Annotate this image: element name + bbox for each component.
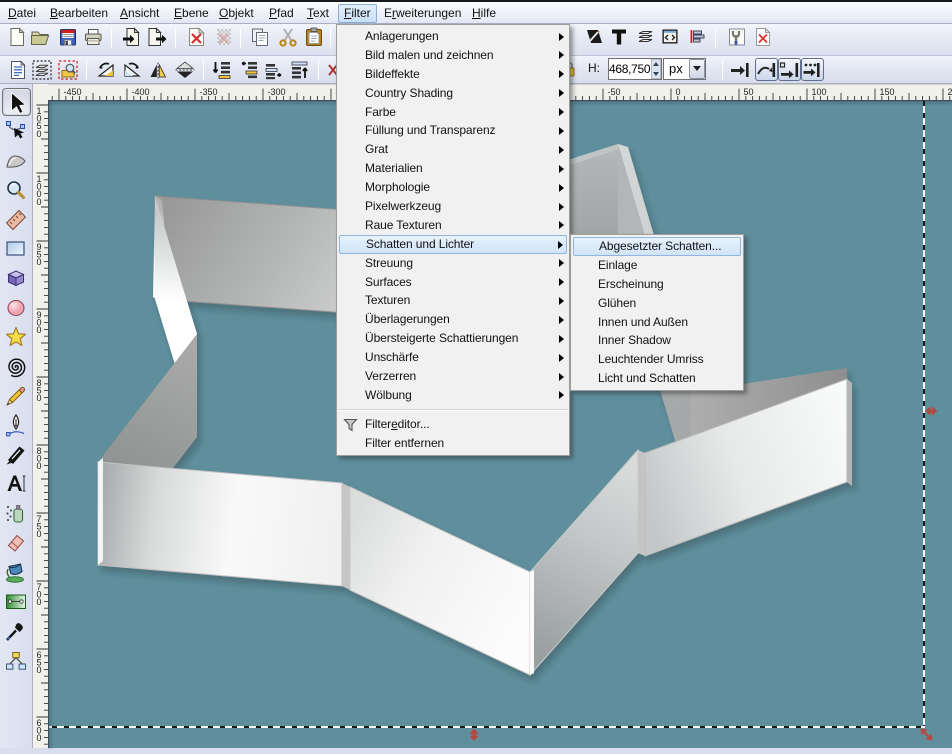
svg-text:-350: -350 bbox=[200, 87, 218, 97]
svg-text:800: 800 bbox=[37, 446, 42, 471]
svg-text:-400: -400 bbox=[132, 87, 150, 97]
svg-text:650: 650 bbox=[37, 650, 42, 675]
svg-text:100: 100 bbox=[812, 87, 827, 97]
svg-text:0: 0 bbox=[676, 87, 681, 97]
svg-text:950: 950 bbox=[37, 242, 42, 267]
svg-text:200: 200 bbox=[948, 87, 952, 97]
svg-text:-300: -300 bbox=[268, 87, 286, 97]
svg-text:850: 850 bbox=[37, 378, 42, 403]
svg-text:-450: -450 bbox=[64, 87, 82, 97]
svg-text:900: 900 bbox=[37, 310, 42, 335]
svg-text:-50: -50 bbox=[608, 87, 621, 97]
svg-text:50: 50 bbox=[744, 87, 754, 97]
svg-text:1050: 1050 bbox=[37, 106, 42, 139]
svg-text:750: 750 bbox=[37, 514, 42, 539]
svg-text:150: 150 bbox=[880, 87, 895, 97]
svg-text:1000: 1000 bbox=[37, 174, 42, 207]
svg-text:700: 700 bbox=[37, 582, 42, 607]
svg-text:600: 600 bbox=[37, 718, 42, 743]
